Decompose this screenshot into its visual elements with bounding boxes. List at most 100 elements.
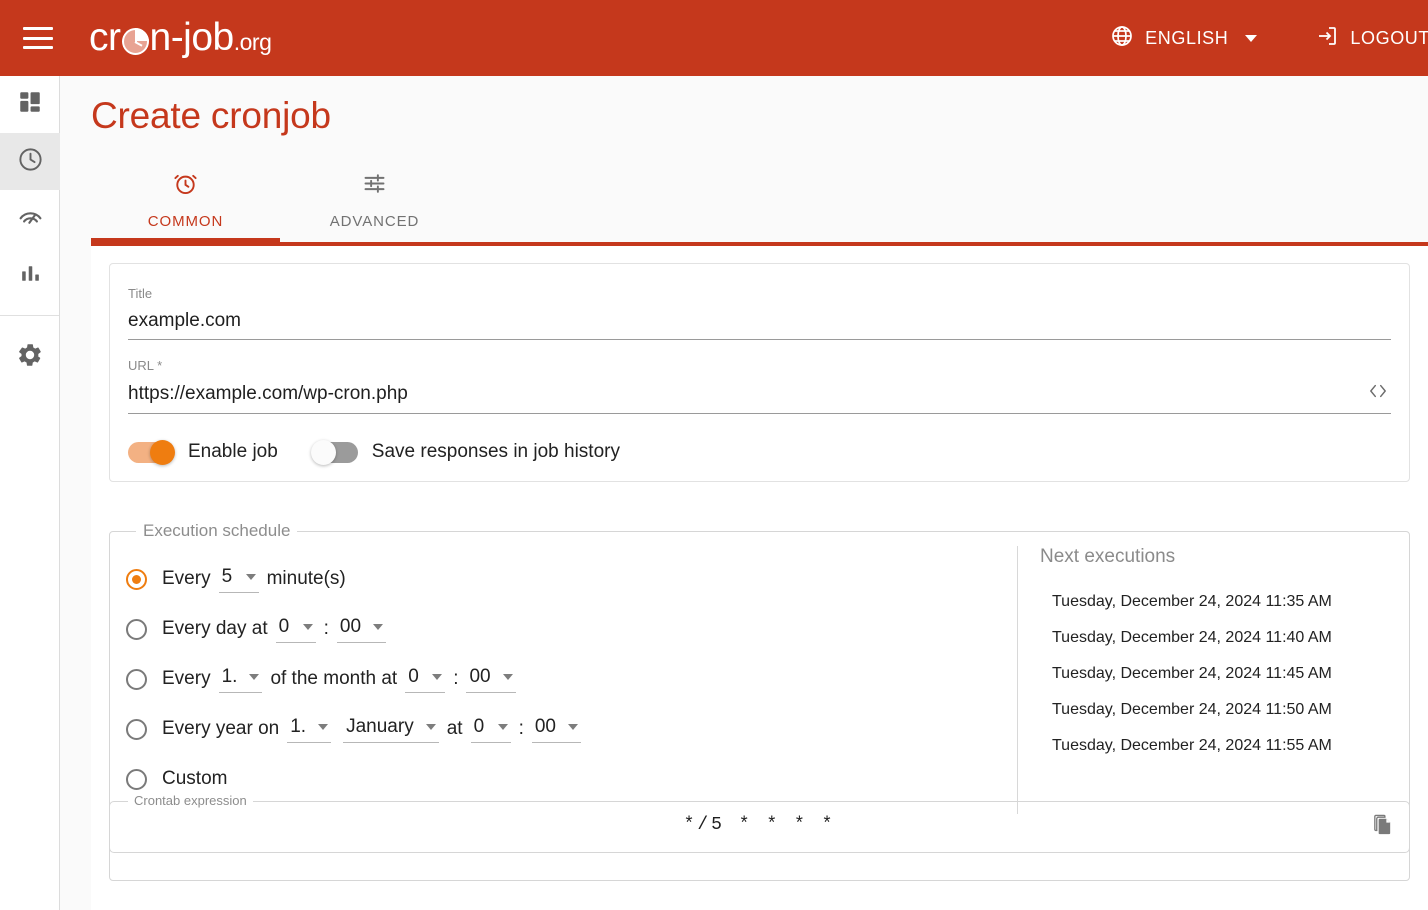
tab-common[interactable]: COMMON (91, 162, 280, 242)
monthly-minute-select[interactable]: 00 (466, 665, 516, 693)
sidebar-nav (0, 76, 60, 910)
yearly-minute-select[interactable]: 00 (531, 715, 581, 743)
next-executions-panel: Next executions Tuesday, December 24, 20… (1017, 546, 1397, 814)
daily-time-separator: : (323, 618, 329, 639)
daily-minute-value: 00 (339, 615, 362, 637)
dashboard-grid-icon (17, 89, 43, 120)
monthly-minute-value: 00 (469, 665, 491, 687)
yearly-day-value: 1. (290, 715, 307, 737)
hamburger-menu-icon[interactable] (23, 27, 53, 49)
radio-yearly[interactable] (126, 718, 147, 740)
yearly-month-select[interactable]: January (343, 716, 439, 743)
url-label: URL * (128, 358, 163, 373)
job-details-card: Title URL * (109, 263, 1410, 482)
schedule-option-minutes-prefix: Every (162, 568, 211, 589)
schedule-option-daily[interactable]: Every day at 0 : 00 (126, 604, 996, 654)
main-content: Create cronjob COMMON ADVANCED Title exa… (60, 76, 1428, 910)
clock-icon (17, 146, 44, 178)
chevron-down-icon (373, 623, 384, 630)
title-field-group: Title (128, 286, 1391, 340)
schedule-option-custom[interactable]: Custom (126, 754, 996, 804)
schedule-option-minutes[interactable]: Every 5 minute(s) (126, 554, 996, 604)
schedule-option-monthly-prefix: Every (162, 668, 211, 689)
save-responses-toggle[interactable] (310, 439, 358, 465)
logo-suffix: .org (233, 29, 272, 55)
yearly-month-value: January (346, 715, 414, 737)
tab-bar: COMMON ADVANCED (91, 162, 1428, 242)
language-selector[interactable]: ENGLISH (1096, 0, 1271, 76)
url-field-group: URL * (128, 358, 1391, 414)
language-label: ENGLISH (1145, 27, 1229, 48)
page-title: Create cronjob (91, 95, 331, 136)
title-label: Title (128, 286, 153, 301)
speedometer-icon (17, 203, 44, 235)
execution-schedule-legend: Execution schedule (136, 521, 298, 541)
url-input[interactable] (128, 383, 1367, 405)
yearly-day-select[interactable]: 1. (287, 715, 332, 743)
schedule-option-daily-prefix: Every day at (162, 618, 268, 639)
next-execution-item: Tuesday, December 24, 2024 11:35 AM (1052, 593, 1332, 610)
sidebar-item-settings[interactable] (0, 329, 60, 386)
daily-minute-select[interactable]: 00 (336, 615, 387, 643)
tune-sliders-icon (361, 170, 388, 202)
schedule-options: Every 5 minute(s) Every day at 0 : 00 Ev… (126, 554, 996, 804)
yearly-minute-value: 00 (534, 715, 556, 737)
schedule-option-minutes-suffix: minute(s) (266, 568, 346, 589)
next-execution-item: Tuesday, December 24, 2024 11:50 AM (1052, 701, 1332, 718)
chevron-down-icon (502, 673, 513, 680)
daily-hour-value: 0 (278, 615, 290, 637)
radio-minutes[interactable] (126, 568, 147, 590)
chevron-down-icon (1245, 34, 1258, 42)
logout-button[interactable]: LOGOUT (1301, 0, 1428, 76)
next-execution-item: Tuesday, December 24, 2024 11:40 AM (1052, 629, 1332, 646)
chevron-down-icon (425, 723, 436, 730)
logout-label: LOGOUT (1350, 27, 1428, 48)
schedule-option-custom-label: Custom (162, 768, 228, 789)
sidebar-item-dashboard[interactable] (0, 76, 60, 133)
chevron-down-icon (249, 673, 260, 680)
chevron-down-icon (432, 673, 443, 680)
tab-panel: Title URL * (91, 242, 1428, 910)
logo-text-cr: cr (89, 16, 121, 59)
yearly-hour-value: 0 (473, 715, 485, 737)
sidebar-item-statistics[interactable] (0, 247, 60, 304)
crontab-value[interactable]: */5 * * * * (110, 815, 1409, 835)
job-toggles: Enable job Save responses in job history (128, 439, 1391, 465)
tab-advanced[interactable]: ADVANCED (280, 162, 469, 242)
daily-hour-select[interactable]: 0 (275, 615, 316, 643)
monthly-hour-select[interactable]: 0 (405, 666, 446, 693)
sidebar-item-status[interactable] (0, 190, 60, 247)
yearly-hour-select[interactable]: 0 (470, 715, 511, 743)
schedule-option-yearly-prefix: Every year on (162, 718, 280, 739)
app-header: cr n-job .org ENGLISH LOGOUT (0, 0, 1428, 76)
radio-custom[interactable] (126, 768, 147, 790)
schedule-option-monthly-mid: of the month at (270, 668, 398, 689)
next-executions-title: Next executions (1040, 546, 1176, 567)
crontab-legend: Crontab expression (128, 793, 253, 808)
chevron-down-icon (302, 623, 313, 630)
enable-job-toggle[interactable] (128, 439, 175, 465)
radio-daily[interactable] (126, 618, 147, 640)
copy-crontab-button[interactable] (1363, 808, 1401, 846)
sidebar-item-cronjobs[interactable] (0, 133, 60, 190)
monthly-day-value: 1. (221, 665, 238, 687)
radio-monthly[interactable] (126, 668, 147, 690)
minutes-interval-value: 5 (221, 565, 233, 587)
schedule-option-monthly[interactable]: Every 1. of the month at 0 : 00 (126, 654, 996, 704)
monthly-day-select[interactable]: 1. (218, 665, 263, 693)
minutes-interval-select[interactable]: 5 (218, 565, 259, 593)
title-input[interactable] (128, 310, 1391, 332)
enable-job-label: Enable job (188, 441, 278, 462)
schedule-option-yearly-mid: at (446, 718, 463, 739)
monthly-time-separator: : (453, 668, 459, 689)
chevron-down-icon (245, 573, 256, 580)
tab-advanced-label: ADVANCED (329, 213, 420, 230)
schedule-option-yearly[interactable]: Every year on 1. January at 0 : 00 (126, 704, 996, 754)
logo-clock-icon (121, 27, 149, 55)
app-logo[interactable]: cr n-job .org (89, 16, 272, 60)
bar-chart-icon (18, 261, 43, 291)
tab-common-label: COMMON (147, 213, 224, 230)
yearly-time-separator: : (518, 718, 524, 739)
code-brackets-icon[interactable] (1367, 382, 1391, 406)
next-execution-item: Tuesday, December 24, 2024 11:45 AM (1052, 665, 1332, 682)
